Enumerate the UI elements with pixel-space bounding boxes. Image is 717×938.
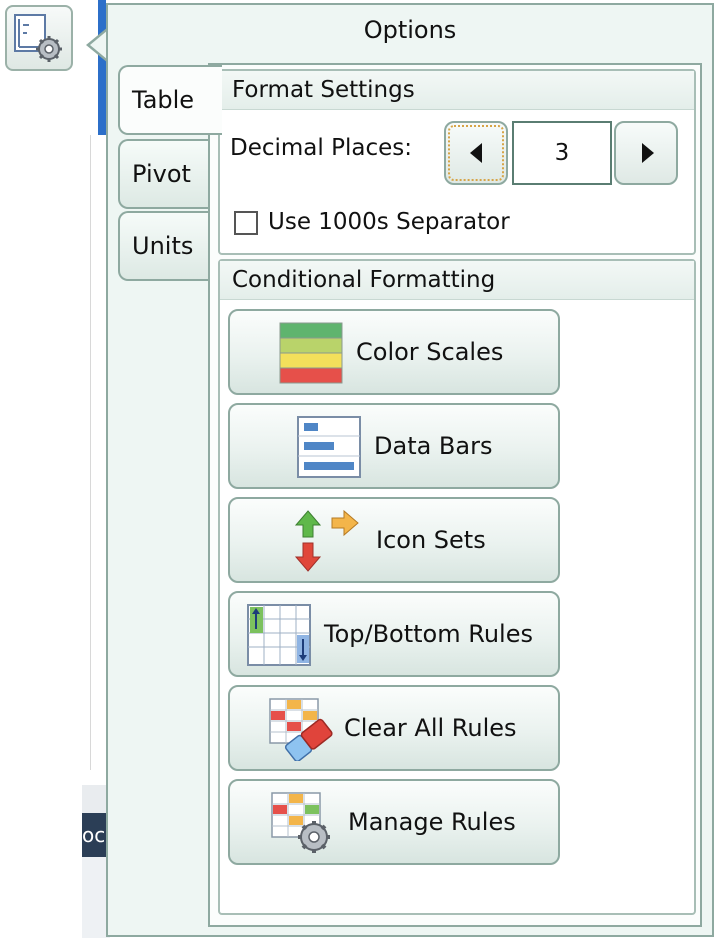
tab-pivot[interactable]: Pivot <box>118 139 218 209</box>
tab-units[interactable]: Units <box>118 211 218 281</box>
manage-rules-icon <box>271 792 330 853</box>
clear-all-rules-button[interactable]: Clear All Rules <box>228 685 560 771</box>
chart-settings-icon <box>14 14 62 62</box>
button-label: Color Scales <box>356 338 504 366</box>
icon-sets-icon <box>294 509 359 572</box>
button-label: Data Bars <box>374 432 493 460</box>
tab-content-table: Format Settings Decimal Places: 3 Use 10… <box>208 63 702 927</box>
thousands-separator-checkbox[interactable] <box>234 211 258 235</box>
group-header: Format Settings <box>220 71 694 110</box>
decimal-places-label: Decimal Places: <box>230 135 412 161</box>
ribbon-accent <box>98 0 106 135</box>
data-bars-icon <box>297 416 361 478</box>
color-scales-icon <box>279 322 343 384</box>
group-header: Conditional Formatting <box>220 261 694 300</box>
clear-rules-icon <box>269 698 333 761</box>
arrow-left-icon <box>470 143 482 163</box>
data-bars-button[interactable]: Data Bars <box>228 403 560 489</box>
button-label: Icon Sets <box>376 526 486 554</box>
button-label: Clear All Rules <box>344 714 517 742</box>
top-bottom-rules-icon <box>247 604 311 666</box>
background-app: oc <box>0 0 110 938</box>
options-launcher-button[interactable] <box>5 5 73 71</box>
tab-label: Units <box>132 232 194 260</box>
divider <box>90 135 91 770</box>
color-scales-button[interactable]: Color Scales <box>228 309 560 395</box>
thousands-separator-label[interactable]: Use 1000s Separator <box>268 209 510 235</box>
button-label: Top/Bottom Rules <box>324 620 533 648</box>
manage-rules-button[interactable]: Manage Rules <box>228 779 560 865</box>
icon-sets-button[interactable]: Icon Sets <box>228 497 560 583</box>
arrow-right-icon <box>642 143 654 163</box>
popup-title: Options <box>363 16 457 44</box>
format-settings-group: Format Settings Decimal Places: 3 Use 10… <box>218 69 696 255</box>
button-label: Manage Rules <box>348 808 516 836</box>
increment-button[interactable] <box>614 121 678 185</box>
app-root: oc Options Table Pivot Units Format Sett… <box>0 0 717 938</box>
conditional-formatting-group: Conditional Formatting Color Scales Data… <box>218 259 696 915</box>
tab-table[interactable]: Table <box>118 65 222 135</box>
decimal-places-value[interactable]: 3 <box>512 121 612 185</box>
options-popup: Options Table Pivot Units Format Setting… <box>106 3 714 937</box>
tab-label: Table <box>132 86 195 114</box>
decrement-button[interactable] <box>444 121 508 185</box>
top-bottom-rules-button[interactable]: Top/Bottom Rules <box>228 591 560 677</box>
tab-label: Pivot <box>132 160 191 188</box>
